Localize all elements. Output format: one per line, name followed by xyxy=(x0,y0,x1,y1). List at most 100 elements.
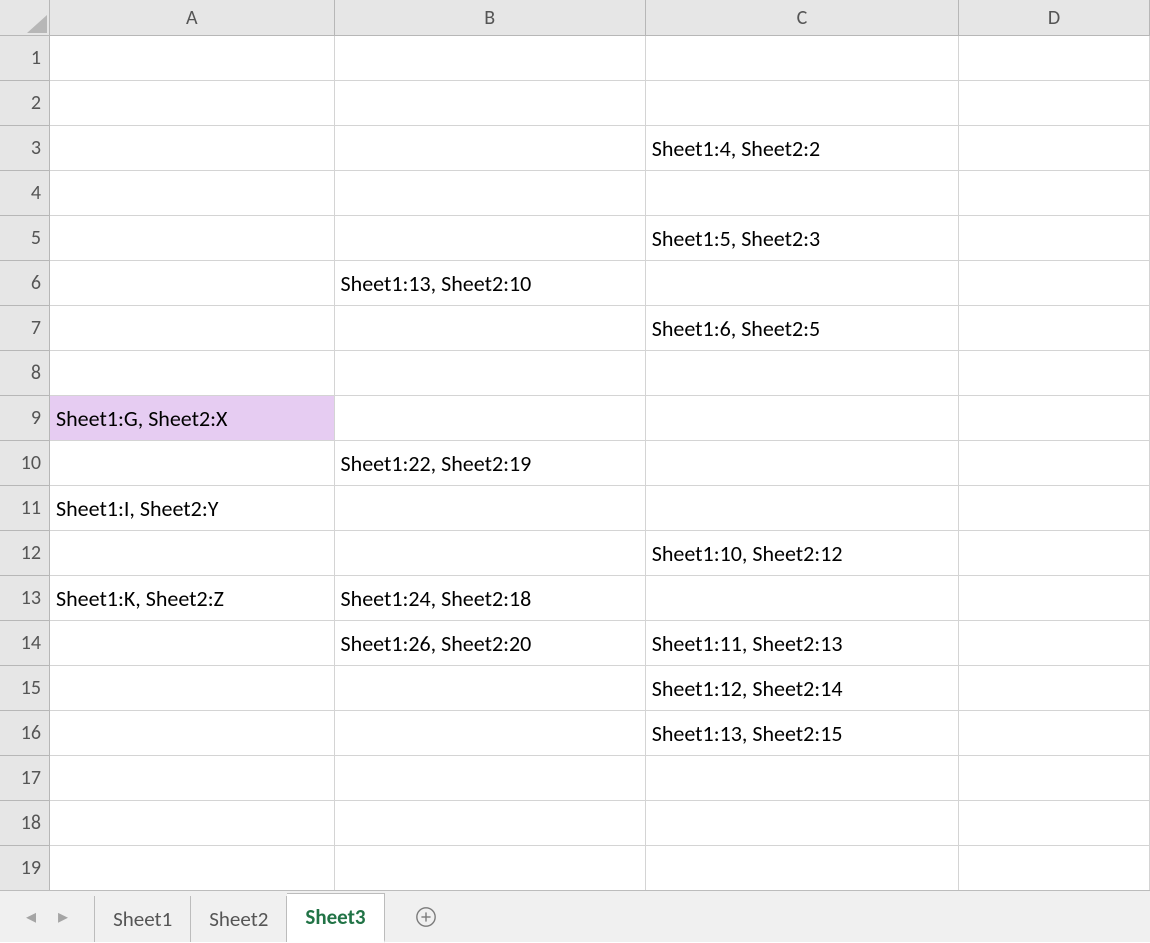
cell-D16[interactable] xyxy=(959,711,1150,756)
cell-D10[interactable] xyxy=(959,441,1150,486)
cell-B10[interactable]: Sheet1:22, Sheet2:19 xyxy=(335,441,646,486)
cell-C11[interactable] xyxy=(646,486,959,531)
cell-D19[interactable] xyxy=(959,846,1150,890)
cell-C8[interactable] xyxy=(646,351,959,396)
cell-C15[interactable]: Sheet1:12, Sheet2:14 xyxy=(646,666,959,711)
row-header-11[interactable]: 11 xyxy=(0,486,50,531)
cell-C9[interactable] xyxy=(646,396,959,441)
cell-D15[interactable] xyxy=(959,666,1150,711)
cell-B2[interactable] xyxy=(335,81,646,126)
row-header-15[interactable]: 15 xyxy=(0,666,50,711)
cell-A7[interactable] xyxy=(50,306,335,351)
cell-D11[interactable] xyxy=(959,486,1150,531)
cell-A13[interactable]: Sheet1:K, Sheet2:Z xyxy=(50,576,335,621)
row-header-18[interactable]: 18 xyxy=(0,801,50,846)
row-header-3[interactable]: 3 xyxy=(0,126,50,171)
row-header-1[interactable]: 1 xyxy=(0,36,50,81)
column-header-C[interactable]: C xyxy=(646,0,959,36)
cell-A3[interactable] xyxy=(50,126,335,171)
add-sheet-button[interactable] xyxy=(385,891,467,942)
cell-D18[interactable] xyxy=(959,801,1150,846)
cell-C1[interactable] xyxy=(646,36,959,81)
cell-D17[interactable] xyxy=(959,756,1150,801)
row-header-13[interactable]: 13 xyxy=(0,576,50,621)
next-sheet-arrow-icon[interactable]: ▸ xyxy=(58,904,68,929)
cell-D7[interactable] xyxy=(959,306,1150,351)
row-header-2[interactable]: 2 xyxy=(0,81,50,126)
cell-B11[interactable] xyxy=(335,486,646,531)
cell-C7[interactable]: Sheet1:6, Sheet2:5 xyxy=(646,306,959,351)
cell-A11[interactable]: Sheet1:I, Sheet2:Y xyxy=(50,486,335,531)
sheet-tab-sheet2[interactable]: Sheet2 xyxy=(191,896,287,942)
cell-B1[interactable] xyxy=(335,36,646,81)
row-header-14[interactable]: 14 xyxy=(0,621,50,666)
cell-B4[interactable] xyxy=(335,171,646,216)
row-header-16[interactable]: 16 xyxy=(0,711,50,756)
column-header-A[interactable]: A xyxy=(50,0,335,36)
cell-D5[interactable] xyxy=(959,216,1150,261)
cell-C2[interactable] xyxy=(646,81,959,126)
cell-C6[interactable] xyxy=(646,261,959,306)
sheet-tab-sheet3[interactable]: Sheet3 xyxy=(287,893,384,943)
cell-A6[interactable] xyxy=(50,261,335,306)
cell-C4[interactable] xyxy=(646,171,959,216)
cell-C17[interactable] xyxy=(646,756,959,801)
cell-B17[interactable] xyxy=(335,756,646,801)
row-header-19[interactable]: 19 xyxy=(0,846,50,890)
column-header-B[interactable]: B xyxy=(335,0,646,36)
row-header-12[interactable]: 12 xyxy=(0,531,50,576)
row-header-10[interactable]: 10 xyxy=(0,441,50,486)
select-all-corner[interactable] xyxy=(0,0,50,36)
row-header-6[interactable]: 6 xyxy=(0,261,50,306)
cell-B16[interactable] xyxy=(335,711,646,756)
cell-D3[interactable] xyxy=(959,126,1150,171)
cell-B7[interactable] xyxy=(335,306,646,351)
cell-B12[interactable] xyxy=(335,531,646,576)
cell-D9[interactable] xyxy=(959,396,1150,441)
cell-A18[interactable] xyxy=(50,801,335,846)
cell-D6[interactable] xyxy=(959,261,1150,306)
column-header-D[interactable]: D xyxy=(959,0,1150,36)
cell-A2[interactable] xyxy=(50,81,335,126)
cell-C14[interactable]: Sheet1:11, Sheet2:13 xyxy=(646,621,959,666)
cell-B8[interactable] xyxy=(335,351,646,396)
cell-A1[interactable] xyxy=(50,36,335,81)
row-header-5[interactable]: 5 xyxy=(0,216,50,261)
cell-D8[interactable] xyxy=(959,351,1150,396)
cell-B18[interactable] xyxy=(335,801,646,846)
cell-A5[interactable] xyxy=(50,216,335,261)
cell-A16[interactable] xyxy=(50,711,335,756)
cell-B9[interactable] xyxy=(335,396,646,441)
cell-A19[interactable] xyxy=(50,846,335,890)
cell-B19[interactable] xyxy=(335,846,646,890)
cell-B15[interactable] xyxy=(335,666,646,711)
cell-C3[interactable]: Sheet1:4, Sheet2:2 xyxy=(646,126,959,171)
row-header-4[interactable]: 4 xyxy=(0,171,50,216)
cell-A14[interactable] xyxy=(50,621,335,666)
cell-B14[interactable]: Sheet1:26, Sheet2:20 xyxy=(335,621,646,666)
sheet-tab-sheet1[interactable]: Sheet1 xyxy=(94,896,191,942)
cell-C18[interactable] xyxy=(646,801,959,846)
cell-B5[interactable] xyxy=(335,216,646,261)
cell-D12[interactable] xyxy=(959,531,1150,576)
cell-A8[interactable] xyxy=(50,351,335,396)
cell-C12[interactable]: Sheet1:10, Sheet2:12 xyxy=(646,531,959,576)
row-header-17[interactable]: 17 xyxy=(0,756,50,801)
row-header-8[interactable]: 8 xyxy=(0,351,50,396)
cell-D13[interactable] xyxy=(959,576,1150,621)
prev-sheet-arrow-icon[interactable]: ◂ xyxy=(26,904,36,929)
cell-A15[interactable] xyxy=(50,666,335,711)
cell-D2[interactable] xyxy=(959,81,1150,126)
row-header-7[interactable]: 7 xyxy=(0,306,50,351)
cell-A17[interactable] xyxy=(50,756,335,801)
row-header-9[interactable]: 9 xyxy=(0,396,50,441)
cell-D4[interactable] xyxy=(959,171,1150,216)
cell-B3[interactable] xyxy=(335,126,646,171)
cell-B6[interactable]: Sheet1:13, Sheet2:10 xyxy=(335,261,646,306)
cell-A4[interactable] xyxy=(50,171,335,216)
cell-C5[interactable]: Sheet1:5, Sheet2:3 xyxy=(646,216,959,261)
cell-D1[interactable] xyxy=(959,36,1150,81)
cell-B13[interactable]: Sheet1:24, Sheet2:18 xyxy=(335,576,646,621)
cell-A10[interactable] xyxy=(50,441,335,486)
cell-C16[interactable]: Sheet1:13, Sheet2:15 xyxy=(646,711,959,756)
